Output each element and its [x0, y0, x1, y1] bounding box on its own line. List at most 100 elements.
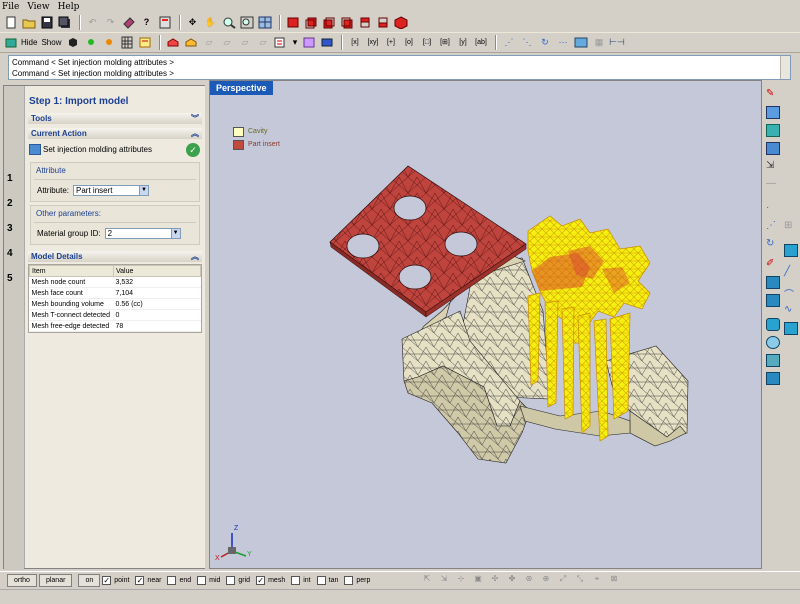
cylinder-icon[interactable]: [766, 354, 780, 367]
attribute-select[interactable]: Part insert ▼: [73, 185, 150, 196]
expand-chevron-icon[interactable]: ︾: [191, 113, 199, 124]
snap-tan-checkbox[interactable]: tan: [316, 575, 338, 585]
view-iso-icon[interactable]: [393, 16, 408, 30]
save-icon[interactable]: [39, 16, 54, 30]
measure-1-icon[interactable]: [x]: [347, 36, 362, 50]
arc-icon[interactable]: ⌒: [784, 286, 798, 301]
planar-button[interactable]: planar: [38, 573, 73, 587]
table-row[interactable]: Mesh free-edge detected 78: [29, 320, 201, 332]
mesh-model[interactable]: [210, 81, 762, 569]
dropdown-arrow-icon[interactable]: ▼: [170, 229, 180, 238]
snap-tool-4-icon[interactable]: ▣: [471, 574, 485, 586]
undo-icon[interactable]: ↶: [85, 16, 100, 30]
fit-view-icon[interactable]: [257, 16, 272, 30]
measure-5-icon[interactable]: [□]: [419, 36, 434, 50]
mesh-icon[interactable]: [766, 124, 780, 137]
rotate-tool-icon[interactable]: ↻: [537, 36, 552, 50]
snap-mid-checkbox[interactable]: mid: [197, 575, 220, 585]
green-dot-icon[interactable]: [83, 36, 98, 50]
snap-mesh-checkbox[interactable]: ✓ mesh: [256, 575, 285, 585]
show-button[interactable]: Show: [41, 38, 61, 47]
eraser-icon[interactable]: [121, 16, 136, 30]
node-tool-3-icon[interactable]: ⋯: [555, 36, 570, 50]
move-icon[interactable]: ✥: [185, 16, 200, 30]
tools-section-header[interactable]: Tools ︾: [28, 113, 202, 124]
table-row[interactable]: Mesh bounding volume 0.56 (cc): [29, 298, 201, 310]
solid-shade-icon[interactable]: [65, 36, 80, 50]
snap-tool-12-icon[interactable]: ⊠: [607, 574, 621, 586]
view-back-icon[interactable]: [303, 16, 318, 30]
snap-tool-11-icon[interactable]: ⌖: [590, 574, 604, 586]
orange-dot-icon[interactable]: [101, 36, 116, 50]
measure-4-icon[interactable]: [o]: [401, 36, 416, 50]
new-file-icon[interactable]: [3, 16, 18, 30]
confirm-check-icon[interactable]: ✓: [186, 143, 200, 157]
snap-tool-8-icon[interactable]: ⊕: [539, 574, 553, 586]
curve-icon[interactable]: ↻: [766, 238, 780, 251]
mold-gray-4-icon[interactable]: ▱: [255, 36, 270, 50]
measure-7-icon[interactable]: [y]: [455, 36, 470, 50]
measure-8-icon[interactable]: [ab]: [473, 36, 488, 50]
menu-view[interactable]: View: [27, 2, 49, 12]
gray-tool-icon[interactable]: ▦: [591, 36, 606, 50]
table-row[interactable]: Mesh face count 7,104: [29, 287, 201, 299]
view-top-icon[interactable]: [357, 16, 372, 30]
snap-point-checkbox[interactable]: ✓ point: [102, 575, 129, 585]
3d-viewport[interactable]: Perspective Cavity Part insert Z Y X: [209, 80, 762, 569]
dropdown-arrow-icon[interactable]: ▾: [291, 36, 298, 50]
column-header-value[interactable]: Value: [113, 265, 201, 277]
snap-perp-checkbox[interactable]: perp: [344, 575, 370, 585]
measure-6-icon[interactable]: [⊞]: [437, 36, 452, 50]
snap-tool-5-icon[interactable]: ✣: [488, 574, 502, 586]
node-tool-2-icon[interactable]: ⋱: [519, 36, 534, 50]
open-folder-icon[interactable]: [21, 16, 36, 30]
collapse-chevron-icon[interactable]: ︽: [191, 251, 199, 262]
material-select[interactable]: 2 ▼: [104, 228, 181, 239]
shape-2-icon[interactable]: [784, 322, 798, 335]
purple-grid-icon[interactable]: [301, 36, 316, 50]
node-icon[interactable]: ⋰: [766, 220, 780, 233]
step-tab-2[interactable]: 2: [7, 198, 13, 209]
grid-blue-icon[interactable]: [766, 294, 780, 307]
mold-gray-1-icon[interactable]: ▱: [201, 36, 216, 50]
edit-red-icon[interactable]: ✐: [766, 258, 780, 271]
collapse-chevron-icon[interactable]: ︽: [191, 128, 199, 139]
sphere-icon[interactable]: [766, 336, 780, 349]
measure-2-icon[interactable]: [xy]: [365, 36, 380, 50]
current-action-header[interactable]: Current Action ︽: [28, 128, 202, 139]
snap-tool-10-icon[interactable]: ⤡: [573, 574, 587, 586]
snap-tool-1-icon[interactable]: ⇱: [420, 574, 434, 586]
menu-help[interactable]: Help: [58, 2, 80, 12]
grid-icon[interactable]: [119, 36, 134, 50]
snap-tool-6-icon[interactable]: ✤: [505, 574, 519, 586]
calculator-icon[interactable]: [157, 16, 172, 30]
display-mode-icon[interactable]: [3, 36, 18, 50]
step-tab-4[interactable]: 4: [7, 248, 13, 259]
pick-mode-icon[interactable]: ✎: [766, 88, 780, 101]
snap-tool-9-icon[interactable]: ⤢: [556, 574, 570, 586]
view-right-icon[interactable]: [339, 16, 354, 30]
node-tool-1-icon[interactable]: ⋰: [501, 36, 516, 50]
command-log-scrollbar[interactable]: [780, 56, 790, 79]
view-left-icon[interactable]: [321, 16, 336, 30]
view-front-icon[interactable]: [285, 16, 300, 30]
edit-mesh-icon[interactable]: [766, 142, 780, 155]
snap-near-checkbox[interactable]: ✓ near: [135, 575, 161, 585]
model-details-header[interactable]: Model Details ︽: [28, 251, 202, 262]
zoom-icon[interactable]: [221, 16, 236, 30]
mold-base-icon[interactable]: [165, 36, 180, 50]
step-tab-3[interactable]: 3: [7, 223, 13, 234]
mold-gray-2-icon[interactable]: ▱: [219, 36, 234, 50]
snap-on-button[interactable]: on: [78, 573, 101, 587]
blue-layer-icon[interactable]: [319, 36, 334, 50]
paint-icon[interactable]: ⇲: [766, 160, 780, 173]
dropdown-arrow-icon[interactable]: ▼: [139, 186, 149, 195]
ortho-button[interactable]: ortho: [7, 573, 37, 587]
snap-tool-2-icon[interactable]: ⇲: [437, 574, 451, 586]
line-blue-icon[interactable]: ╱: [784, 266, 798, 279]
ruler-icon[interactable]: ⊢⊣: [609, 36, 625, 50]
mold-insert-icon[interactable]: [183, 36, 198, 50]
save-all-icon[interactable]: [57, 16, 72, 30]
hide-button[interactable]: Hide: [21, 38, 37, 47]
spline-icon[interactable]: ∿: [784, 304, 798, 317]
